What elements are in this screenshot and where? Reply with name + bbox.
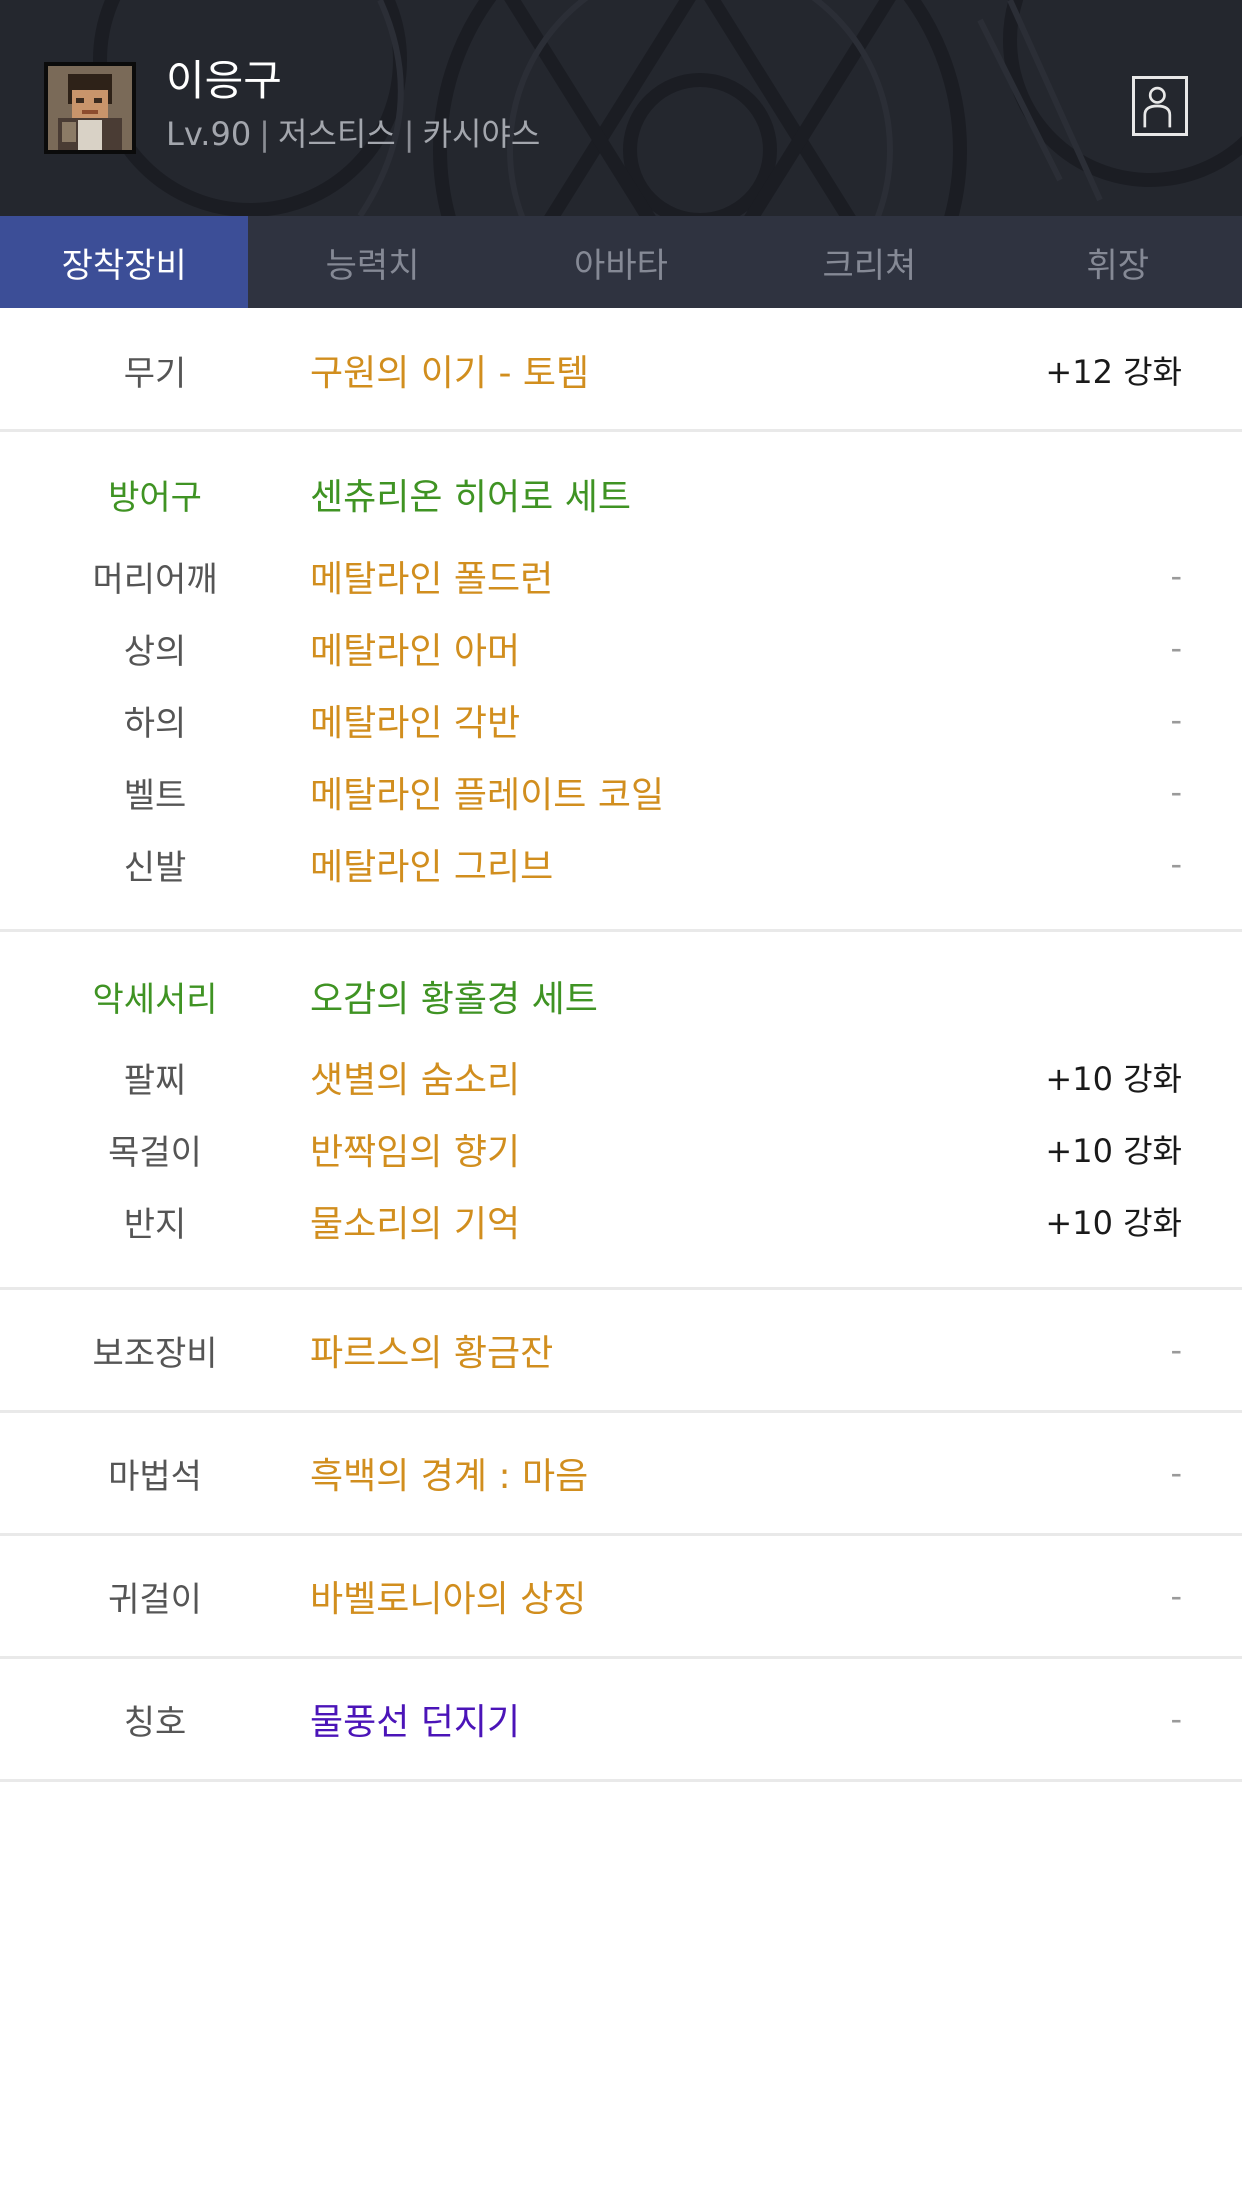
item-name: 구원의 이기 - 토템: [310, 353, 590, 394]
upgrade-level: -: [1170, 557, 1182, 595]
header-background-pattern: [93, 0, 1242, 216]
slot-label: 목걸이: [108, 1132, 202, 1173]
tab-creature[interactable]: 크리쳐: [745, 216, 993, 308]
slot-label: 상의: [123, 631, 187, 672]
upgrade-level: +10 강화: [1045, 1204, 1182, 1242]
item-name: 반짝임의 향기: [310, 1132, 521, 1173]
slot-label: 귀걸이: [108, 1579, 202, 1620]
equipment-row[interactable]: 상의 메탈라인 아머 -: [0, 618, 1242, 678]
tab-avatar[interactable]: 아바타: [497, 216, 745, 308]
character-info: Lv.90 | 저스티스 | 카시야스: [166, 114, 540, 154]
tab-equipment[interactable]: 장착장비: [0, 216, 249, 308]
item-name: 바벨로니아의 상징: [310, 1579, 587, 1620]
slot-label: 머리어깨: [92, 559, 218, 600]
item-name: 샛별의 숨소리: [310, 1060, 521, 1101]
set-category-label: 방어구: [108, 477, 202, 518]
weapon-row[interactable]: 무기 구원의 이기 - 토템 +12 강화: [0, 340, 1242, 400]
equipment-row[interactable]: 반지 물소리의 기억 +10 강화: [0, 1191, 1242, 1251]
title-section: 칭호 물풍선 던지기 -: [0, 1659, 1242, 1782]
avatar: [44, 62, 136, 154]
slot-label: 칭호: [123, 1702, 187, 1743]
item-name: 물소리의 기억: [310, 1204, 521, 1245]
character-header: 이응구 Lv.90 | 저스티스 | 카시야스: [0, 0, 1242, 216]
accessory-set-header: 악세서리 오감의 황홀경 세트: [0, 966, 1242, 1026]
character-name: 이응구: [166, 56, 282, 105]
slot-label: 신발: [123, 847, 187, 888]
character-server: 카시야스: [422, 115, 541, 153]
slot-label: 하의: [123, 703, 187, 744]
upgrade-level: +12 강화: [1045, 353, 1182, 391]
equipment-row[interactable]: 신발 메탈라인 그리브 -: [0, 834, 1242, 894]
slot-label: 반지: [123, 1204, 187, 1245]
character-level: Lv.90: [166, 115, 252, 153]
equipment-row[interactable]: 귀걸이 바벨로니아의 상징 -: [0, 1566, 1242, 1626]
person-icon: [1143, 86, 1172, 128]
weapon-section: 무기 구원의 이기 - 토템 +12 강화: [0, 308, 1242, 432]
upgrade-level: -: [1170, 1331, 1182, 1369]
slot-label: 팔찌: [123, 1060, 187, 1101]
upgrade-level: +10 강화: [1045, 1132, 1182, 1170]
upgrade-level: -: [1170, 1577, 1182, 1615]
set-name: 오감의 황홀경 세트: [310, 979, 598, 1020]
item-name: 물풍선 던지기: [310, 1702, 521, 1743]
item-name: 메탈라인 아머: [310, 631, 521, 672]
tab-stats[interactable]: 능력치: [248, 216, 496, 308]
equipment-row[interactable]: 벨트 메탈라인 플레이트 코일 -: [0, 762, 1242, 822]
profile-button[interactable]: [1132, 76, 1188, 136]
upgrade-level: -: [1170, 629, 1182, 667]
armor-set-header: 방어구 센츄리온 히어로 세트: [0, 464, 1242, 524]
upgrade-level: +10 강화: [1045, 1060, 1182, 1098]
set-category-label: 악세서리: [92, 979, 218, 1020]
item-name: 메탈라인 각반: [310, 703, 521, 744]
upgrade-level: -: [1170, 1700, 1182, 1738]
upgrade-level: -: [1170, 701, 1182, 739]
equipment-row[interactable]: 하의 메탈라인 각반 -: [0, 690, 1242, 750]
equipment-row[interactable]: 마법석 흑백의 경계 : 마음 -: [0, 1443, 1242, 1503]
slot-label: 벨트: [123, 775, 187, 816]
earring-section: 귀걸이 바벨로니아의 상징 -: [0, 1536, 1242, 1659]
magic-stone-section: 마법석 흑백의 경계 : 마음 -: [0, 1413, 1242, 1536]
tab-emblem[interactable]: 휘장: [994, 216, 1242, 308]
equipment-row[interactable]: 머리어깨 메탈라인 폴드런 -: [0, 546, 1242, 606]
equipment-row[interactable]: 칭호 물풍선 던지기 -: [0, 1689, 1242, 1749]
armor-section: 방어구 센츄리온 히어로 세트 머리어깨 메탈라인 폴드런 - 상의 메탈라인 …: [0, 432, 1242, 932]
item-name: 흑백의 경계 : 마음: [310, 1456, 589, 1497]
accessory-section: 악세서리 오감의 황홀경 세트 팔찌 샛별의 숨소리 +10 강화 목걸이 반짝…: [0, 932, 1242, 1290]
upgrade-level: -: [1170, 773, 1182, 811]
set-name: 센츄리온 히어로 세트: [310, 477, 631, 518]
sub-equipment-section: 보조장비 파르스의 황금잔 -: [0, 1290, 1242, 1413]
item-name: 메탈라인 플레이트 코일: [310, 775, 665, 816]
slot-label: 보조장비: [92, 1333, 218, 1374]
item-name: 파르스의 황금잔: [310, 1333, 554, 1374]
item-name: 메탈라인 폴드런: [310, 559, 554, 600]
info-separator: |: [403, 115, 415, 153]
character-job: 저스티스: [277, 115, 396, 153]
upgrade-level: -: [1170, 1454, 1182, 1492]
tab-bar: 장착장비 능력치 아바타 크리쳐 휘장: [0, 216, 1242, 308]
equipment-row[interactable]: 목걸이 반짝임의 향기 +10 강화: [0, 1119, 1242, 1179]
item-name: 메탈라인 그리브: [310, 847, 554, 888]
info-separator: |: [259, 115, 270, 153]
equipment-row[interactable]: 팔찌 샛별의 숨소리 +10 강화: [0, 1047, 1242, 1107]
slot-label: 마법석: [108, 1456, 202, 1497]
slot-label: 무기: [123, 353, 187, 394]
equipment-row[interactable]: 보조장비 파르스의 황금잔 -: [0, 1320, 1242, 1380]
upgrade-level: -: [1170, 845, 1182, 883]
